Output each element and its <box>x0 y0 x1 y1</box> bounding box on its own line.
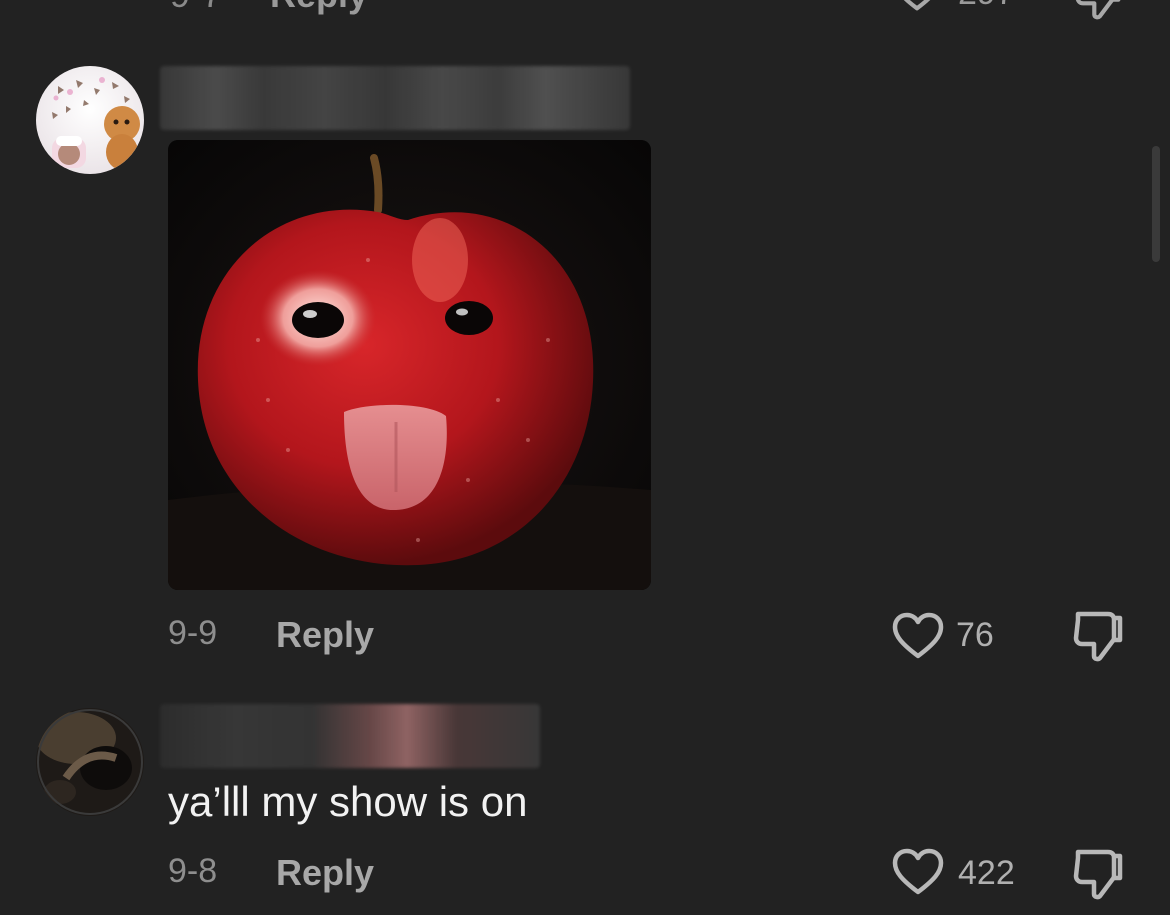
heart-outline-icon[interactable] <box>892 0 942 12</box>
avatar[interactable] <box>36 66 144 174</box>
reply-button[interactable]: Reply <box>276 614 374 656</box>
username-redacted[interactable] <box>160 66 630 130</box>
scrollbar[interactable] <box>1152 146 1160 262</box>
comments-screen: 9-7 Reply 297 <box>0 0 1170 915</box>
like-count: 422 <box>958 854 1015 892</box>
previous-comment-footer: 9-7 Reply 297 <box>0 0 1170 20</box>
reply-button[interactable]: Reply <box>270 0 368 16</box>
apple-with-tongue-sticker[interactable] <box>168 140 651 590</box>
thumbs-down-outline-icon[interactable] <box>1070 608 1126 662</box>
comment-date: 9-8 <box>168 852 218 890</box>
comment-text: ya’lll my show is on <box>168 778 528 825</box>
heart-outline-icon[interactable] <box>892 848 944 896</box>
avatar[interactable] <box>36 708 144 816</box>
comment-date: 9-9 <box>168 614 218 652</box>
reply-button[interactable]: Reply <box>276 852 374 894</box>
comment-item: ya’lll my show is on 9-8 Reply 422 <box>0 704 1170 915</box>
heart-outline-icon[interactable] <box>892 612 944 660</box>
username-redacted[interactable] <box>160 704 540 768</box>
comment-date: 9-7 <box>170 0 222 16</box>
comment-item: 9-9 Reply 76 <box>0 64 1170 674</box>
thumbs-down-outline-icon[interactable] <box>1070 846 1126 900</box>
thumbs-down-outline-icon[interactable] <box>1072 0 1124 20</box>
like-count: 297 <box>958 0 1015 13</box>
like-count: 76 <box>956 616 994 654</box>
